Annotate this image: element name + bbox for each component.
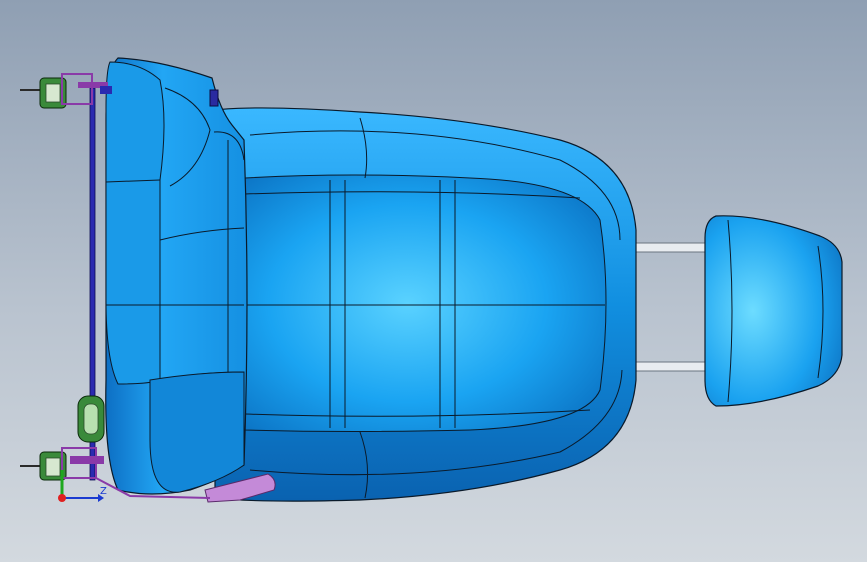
seat-model[interactable]: Z: [0, 0, 867, 562]
backrest-bolster: [105, 61, 165, 385]
recliner-knob: [209, 89, 219, 107]
seat-surface: [244, 174, 607, 432]
cad-viewport[interactable]: Z: [0, 0, 867, 562]
middle-mechanism: [77, 395, 105, 443]
headrest[interactable]: [704, 215, 843, 407]
headrest-posts: [629, 242, 711, 372]
triad-z-label: Z: [100, 486, 107, 497]
top-mechanism: [20, 73, 112, 109]
